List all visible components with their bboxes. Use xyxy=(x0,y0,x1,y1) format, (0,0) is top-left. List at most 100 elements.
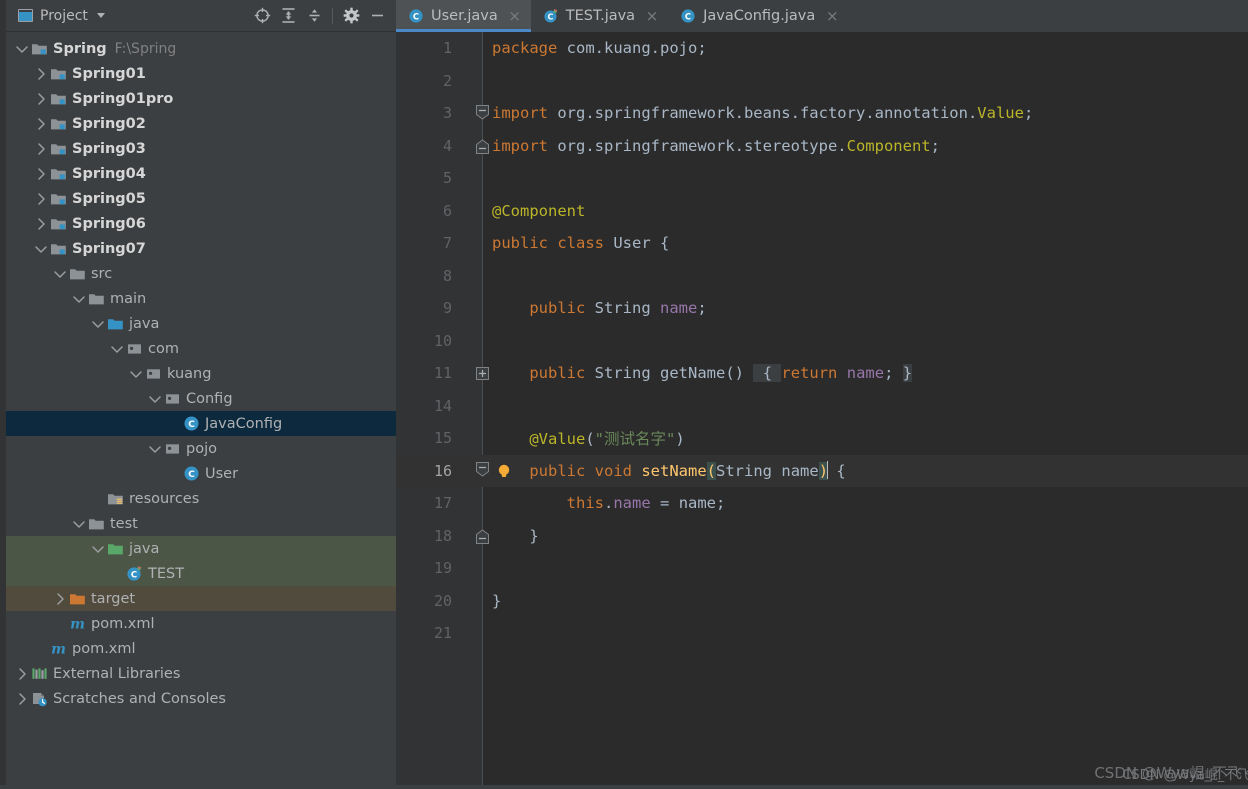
code-line-3[interactable]: 3 import org.springframework.beans.factor… xyxy=(396,97,1248,130)
code-line-14[interactable]: 14 xyxy=(396,390,1248,423)
chevron-right-icon[interactable] xyxy=(33,91,49,107)
tree-node-spring03[interactable]: Spring03 xyxy=(6,136,396,161)
editor-tab-javaconfig-java[interactable]: C JavaConfig.java × xyxy=(668,0,848,32)
tree-node-spring04[interactable]: Spring04 xyxy=(6,161,396,186)
code-line-9[interactable]: 9 public String name; xyxy=(396,292,1248,325)
module-folder-icon xyxy=(49,66,68,82)
tree-node-label: User xyxy=(205,465,239,482)
chevron-right-icon[interactable] xyxy=(33,166,49,182)
tree-node-scratches-and-consoles[interactable]: Scratches and Consoles xyxy=(6,686,396,711)
fold-collapse-icon[interactable] xyxy=(474,455,490,487)
tree-node-pom-xml[interactable]: m pom.xml xyxy=(6,636,396,661)
chevron-down-icon[interactable] xyxy=(128,366,144,382)
code-lines[interactable]: 1 package com.kuang.pojo; 2 3 import org.spr… xyxy=(396,32,1248,650)
fold-collapse-icon[interactable] xyxy=(474,520,490,552)
collapse-all-icon[interactable] xyxy=(301,3,327,29)
code-line-4[interactable]: 4 import org.springframework.stereotype.C… xyxy=(396,130,1248,163)
editor-tab-test-java[interactable]: C TEST.java × xyxy=(531,0,668,32)
tree-node-java[interactable]: java xyxy=(6,311,396,336)
locate-icon[interactable] xyxy=(249,3,275,29)
chevron-down-icon[interactable] xyxy=(90,316,106,332)
tree-node-spring01pro[interactable]: Spring01pro xyxy=(6,86,396,111)
line-number: 1 xyxy=(442,39,452,58)
module-folder-icon xyxy=(49,141,68,157)
tree-node-external-libraries[interactable]: External Libraries xyxy=(6,661,396,686)
tree-node-label: Scratches and Consoles xyxy=(53,690,226,707)
code-text: public class User { xyxy=(492,234,670,253)
fold-collapse-icon[interactable] xyxy=(474,130,490,162)
tree-node-pom-xml[interactable]: m pom.xml xyxy=(6,611,396,636)
chevron-right-icon[interactable] xyxy=(33,191,49,207)
chevron-right-icon[interactable] xyxy=(33,66,49,82)
line-number: 6 xyxy=(442,201,452,220)
chevron-down-icon[interactable] xyxy=(14,41,30,57)
chevron-right-icon[interactable] xyxy=(33,141,49,157)
close-icon[interactable]: × xyxy=(508,7,522,25)
project-tree[interactable]: Spring F:\Spring Spring01 Spring01pro Spring… xyxy=(6,32,396,711)
code-line-5[interactable]: 5 xyxy=(396,162,1248,195)
editor-tab-bar[interactable]: C User.java × C TEST.java × C JavaConfig.java × xyxy=(396,0,1248,32)
chevron-down-icon[interactable] xyxy=(109,341,125,357)
code-line-7[interactable]: 7 public class User { xyxy=(396,227,1248,260)
tree-node-java[interactable]: java xyxy=(6,536,396,561)
tree-node-user[interactable]: C User xyxy=(6,461,396,486)
fold-expand-icon[interactable] xyxy=(474,357,490,389)
code-line-6[interactable]: 6 @Component xyxy=(396,195,1248,228)
tree-node-config[interactable]: Config xyxy=(6,386,396,411)
editor-tab-user-java[interactable]: C User.java × xyxy=(396,0,531,32)
tree-node-resources[interactable]: resources xyxy=(6,486,396,511)
chevron-down-icon[interactable] xyxy=(96,13,105,18)
code-line-1[interactable]: 1 package com.kuang.pojo; xyxy=(396,32,1248,65)
close-icon[interactable]: × xyxy=(645,7,659,25)
tree-node-spring05[interactable]: Spring05 xyxy=(6,186,396,211)
tree-node-spring02[interactable]: Spring02 xyxy=(6,111,396,136)
chevron-down-icon[interactable] xyxy=(71,516,87,532)
code-editor[interactable]: 1 package com.kuang.pojo; 2 3 import org.spr… xyxy=(396,32,1248,789)
tree-node-kuang[interactable]: kuang xyxy=(6,361,396,386)
panel-title: Project xyxy=(40,7,88,24)
chevron-right-icon[interactable] xyxy=(33,116,49,132)
tree-node-com[interactable]: com xyxy=(6,336,396,361)
chevron-down-icon[interactable] xyxy=(90,541,106,557)
code-line-8[interactable]: 8 xyxy=(396,260,1248,293)
code-line-19[interactable]: 19 xyxy=(396,552,1248,585)
code-line-2[interactable]: 2 xyxy=(396,65,1248,98)
tree-node-test[interactable]: test xyxy=(6,511,396,536)
tree-node-javaconfig[interactable]: C JavaConfig xyxy=(6,411,396,436)
line-number: 19 xyxy=(433,559,452,578)
fold-collapse-icon[interactable] xyxy=(474,97,490,129)
tree-node-spring06[interactable]: Spring06 xyxy=(6,211,396,236)
code-line-15[interactable]: 15 @Value("测试名字") xyxy=(396,422,1248,455)
tree-node-src[interactable]: src xyxy=(6,261,396,286)
chevron-down-icon[interactable] xyxy=(33,241,49,257)
tree-node-pojo[interactable]: pojo xyxy=(6,436,396,461)
close-icon[interactable]: × xyxy=(825,7,839,25)
code-line-10[interactable]: 10 xyxy=(396,325,1248,358)
chevron-right-icon[interactable] xyxy=(52,591,68,607)
code-line-16[interactable]: 16 public void setName(String name) { xyxy=(396,454,1248,487)
gear-icon[interactable] xyxy=(338,3,364,29)
code-line-18[interactable]: 18 } xyxy=(396,520,1248,553)
code-line-21[interactable]: 21 xyxy=(396,617,1248,650)
tree-node-main[interactable]: main xyxy=(6,286,396,311)
tree-node-spring01[interactable]: Spring01 xyxy=(6,61,396,86)
expand-all-icon[interactable] xyxy=(275,3,301,29)
chevron-down-icon[interactable] xyxy=(71,291,87,307)
code-line-17[interactable]: 17 this.name = name; xyxy=(396,487,1248,520)
chevron-down-icon[interactable] xyxy=(147,391,163,407)
tree-node-spring07[interactable]: Spring07 xyxy=(6,236,396,261)
chevron-down-icon[interactable] xyxy=(52,266,68,282)
code-line-11[interactable]: 11 public String getName() { return name… xyxy=(396,357,1248,390)
tree-node-spring[interactable]: Spring F:\Spring xyxy=(6,36,396,61)
minimize-icon[interactable] xyxy=(364,3,390,29)
tree-node-test[interactable]: C TEST xyxy=(6,561,396,586)
project-view-selector[interactable]: Project xyxy=(18,8,105,24)
chevron-right-icon[interactable] xyxy=(14,666,30,682)
chevron-down-icon[interactable] xyxy=(147,441,163,457)
svg-text:C: C xyxy=(188,420,195,430)
chevron-right-icon[interactable] xyxy=(14,691,30,707)
chevron-right-icon[interactable] xyxy=(33,216,49,232)
code-line-20[interactable]: 20} xyxy=(396,585,1248,618)
tree-node-target[interactable]: target xyxy=(6,586,396,611)
tree-node-label: Spring02 xyxy=(72,115,146,132)
